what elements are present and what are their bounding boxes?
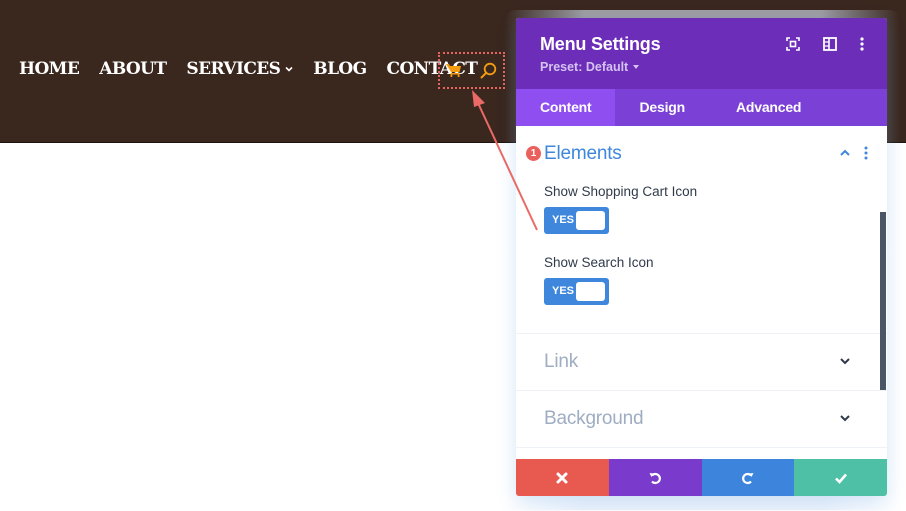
- tab-design[interactable]: Design: [615, 89, 711, 126]
- section-elements: 1 Elements Show Shopping Cart Icon YES S…: [516, 126, 887, 334]
- nav-label: SERVICES: [186, 59, 281, 79]
- section-link-header[interactable]: Link: [516, 334, 887, 390]
- chevron-up-icon[interactable]: [839, 148, 851, 158]
- save-button[interactable]: [794, 459, 887, 496]
- panel-header: Menu Settings Preset: Default: [516, 18, 887, 89]
- discard-button[interactable]: [516, 459, 609, 496]
- nav-item-home[interactable]: HOME: [19, 59, 80, 79]
- nav-label: ABOUT: [99, 59, 167, 79]
- check-icon: [834, 473, 847, 484]
- main-nav: HOME ABOUT SERVICES BLOG CONTACT: [19, 57, 478, 81]
- toggle-show-cart-icon[interactable]: YES: [544, 207, 609, 234]
- nav-label: BLOG: [313, 59, 367, 79]
- nav-item-services[interactable]: SERVICES: [186, 59, 293, 79]
- section-background-header[interactable]: Background: [516, 391, 887, 447]
- cart-icon[interactable]: [446, 63, 462, 78]
- section-background: Background: [516, 391, 887, 448]
- panel-footer: [516, 459, 887, 496]
- redo-button[interactable]: [701, 459, 795, 496]
- toggle-state: YES: [552, 285, 575, 297]
- caret-down-icon: [633, 65, 640, 69]
- field-label-cart: Show Shopping Cart Icon: [544, 184, 698, 199]
- undo-button[interactable]: [608, 459, 702, 496]
- chevron-down-icon: [285, 66, 293, 72]
- nav-item-about[interactable]: ABOUT: [99, 59, 167, 79]
- section-title: Link: [544, 351, 579, 372]
- field-label-search: Show Search Icon: [544, 255, 654, 270]
- more-icon[interactable]: [854, 36, 870, 52]
- section-title: Elements: [544, 143, 622, 164]
- scrollbar[interactable]: [880, 212, 886, 390]
- redo-icon: [741, 472, 754, 484]
- toggle-knob: [576, 211, 605, 230]
- split-view-icon[interactable]: [822, 36, 838, 52]
- section-title: Background: [544, 408, 644, 429]
- tab-content[interactable]: Content: [516, 89, 616, 126]
- toggle-knob: [576, 282, 605, 301]
- chevron-down-icon[interactable]: [839, 413, 851, 423]
- section-link: Link: [516, 334, 887, 391]
- chevron-down-icon[interactable]: [839, 356, 851, 366]
- panel-body: 1 Elements Show Shopping Cart Icon YES S…: [516, 126, 887, 459]
- preset-dropdown[interactable]: Preset: Default: [540, 60, 640, 74]
- settings-panel: Menu Settings Preset: Default Content De…: [516, 18, 887, 496]
- preset-label: Preset: Default: [540, 60, 629, 74]
- toggle-show-search-icon[interactable]: YES: [544, 278, 609, 305]
- toggle-state: YES: [552, 214, 575, 226]
- search-icon[interactable]: [480, 62, 497, 79]
- close-icon: [556, 472, 568, 483]
- nav-label: HOME: [19, 59, 80, 79]
- panel-title: Menu Settings: [540, 34, 661, 54]
- highlight-box: [438, 52, 505, 89]
- tab-bar: Content Design Advanced: [516, 89, 887, 126]
- nav-item-blog[interactable]: BLOG: [313, 59, 367, 79]
- section-elements-header[interactable]: 1 Elements: [516, 126, 887, 182]
- notification-badge: 1: [526, 146, 541, 161]
- tab-advanced[interactable]: Advanced: [712, 89, 825, 126]
- more-icon[interactable]: [864, 146, 868, 160]
- undo-icon: [649, 472, 662, 484]
- focus-icon[interactable]: [785, 36, 801, 52]
